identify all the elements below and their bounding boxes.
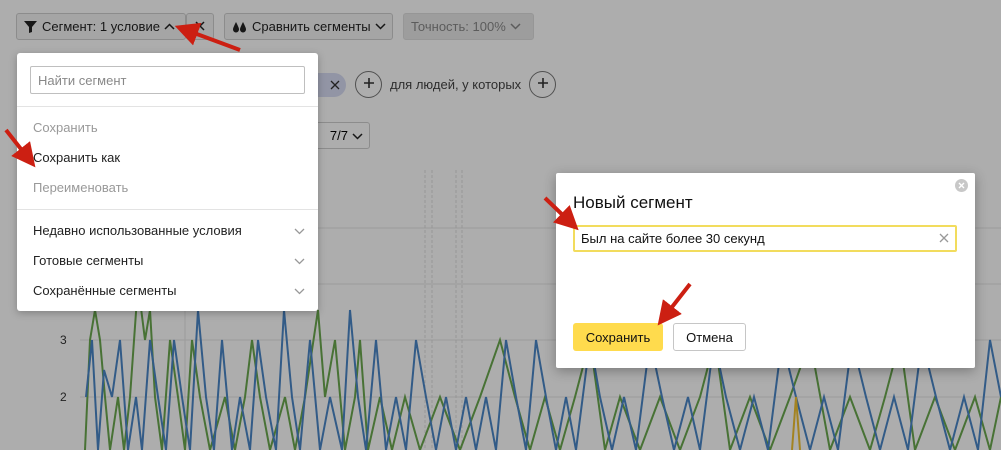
arrow-to-name-input bbox=[543, 196, 579, 231]
annotation-arrows bbox=[4, 22, 692, 326]
arrow-to-save-as bbox=[4, 128, 36, 168]
arrow-to-save-button bbox=[657, 282, 692, 326]
arrow-to-segment-button bbox=[174, 22, 241, 52]
